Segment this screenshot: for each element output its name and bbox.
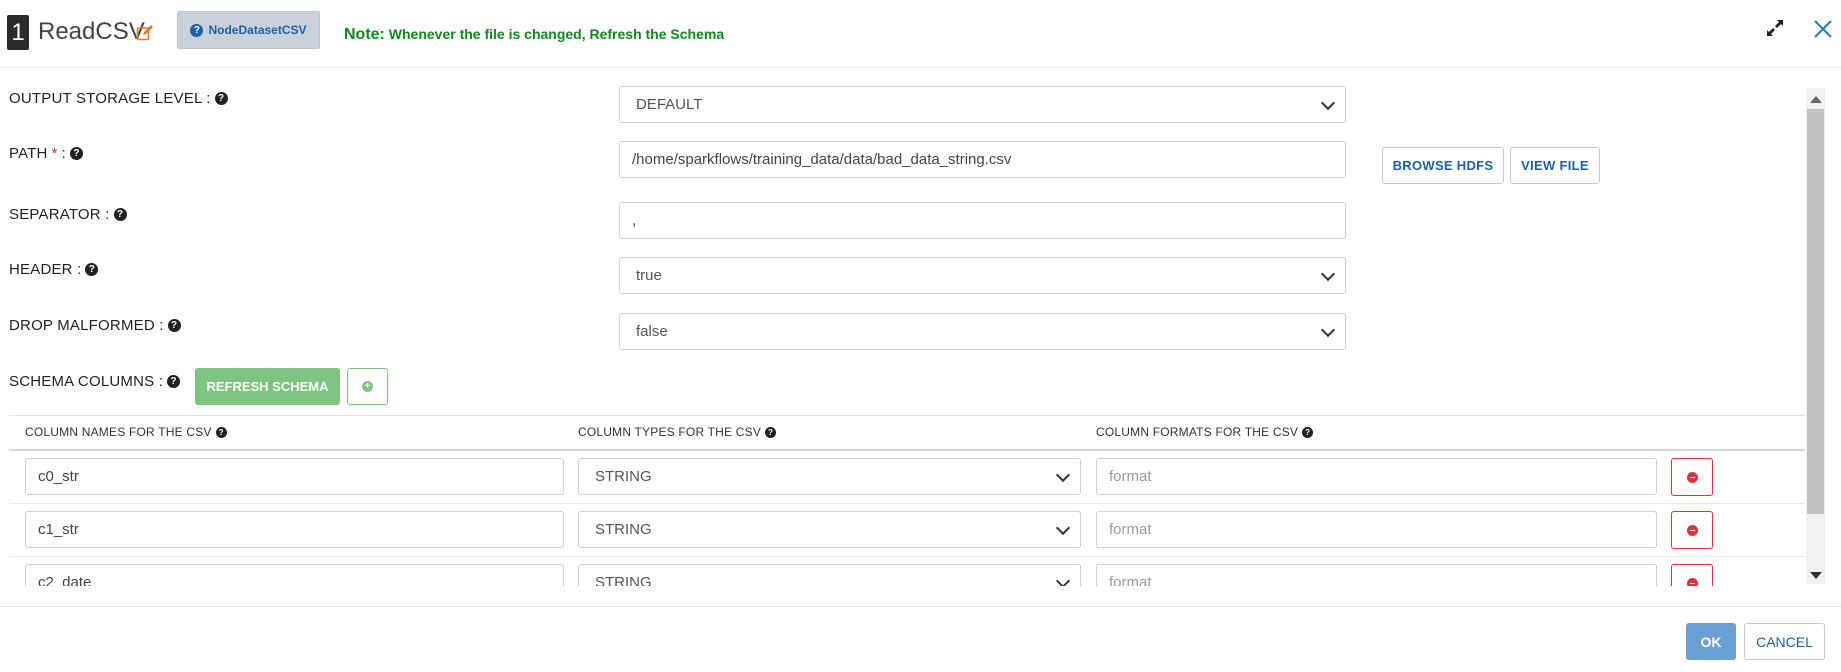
ok-button[interactable]: OK <box>1686 623 1736 660</box>
delete-column-button[interactable] <box>1671 564 1713 586</box>
cancel-button[interactable]: CANCEL <box>1744 623 1825 660</box>
scrollbar-thumb[interactable] <box>1807 109 1824 514</box>
column-type-select[interactable]: STRING <box>578 564 1081 586</box>
scroll-clip-region: c2_date STRING format <box>0 0 1841 586</box>
chevron-down-icon <box>1055 573 1071 586</box>
minus-circle-icon <box>1686 577 1698 586</box>
footer-divider <box>0 606 1841 607</box>
column-format-input[interactable]: format <box>1096 564 1657 586</box>
scroll-down-arrow-icon[interactable] <box>1810 572 1822 579</box>
scroll-up-arrow-icon[interactable] <box>1810 96 1822 103</box>
column-name-input[interactable]: c2_date <box>25 564 564 586</box>
